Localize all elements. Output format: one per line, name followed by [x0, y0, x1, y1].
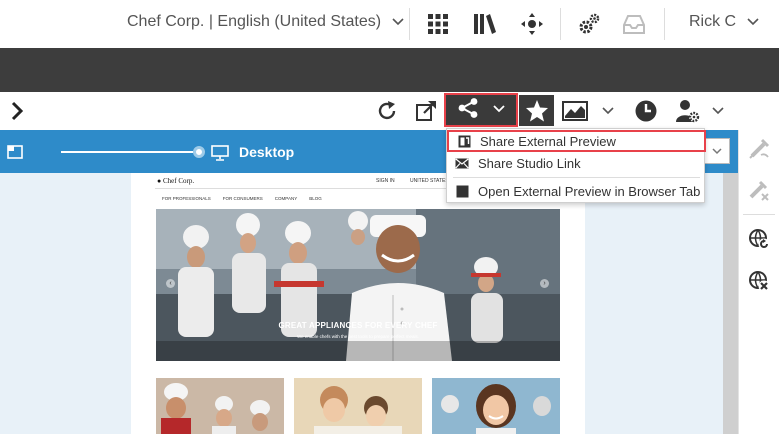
- refresh-globe-icon[interactable]: [744, 224, 774, 254]
- preview-nav-item[interactable]: FOR PROFESSIONALS: [162, 196, 211, 201]
- menu-item-label: Share Studio Link: [478, 155, 581, 171]
- hero-title: GREAT APPLIANCES FOR EVERY CHEF: [278, 321, 438, 330]
- reload-icon[interactable]: [375, 96, 399, 126]
- menu-divider: [453, 177, 700, 178]
- apps-grid-icon[interactable]: [424, 10, 452, 38]
- zoom-slider-handle[interactable]: [193, 146, 205, 158]
- favorite-star-icon[interactable]: [519, 95, 554, 126]
- clear-edit-icon[interactable]: [744, 176, 774, 206]
- share-icon: [457, 97, 479, 124]
- side-panel-divider: [743, 214, 775, 215]
- side-panel: [738, 130, 779, 434]
- header-divider: [409, 8, 410, 40]
- open-external-icon[interactable]: [413, 96, 439, 126]
- zoom-slider-track[interactable]: [61, 151, 199, 153]
- canvas-right-gutter: [585, 173, 738, 434]
- settings-gears-icon[interactable]: [575, 10, 603, 38]
- expand-chevron-icon[interactable]: [8, 96, 26, 126]
- site-selector[interactable]: Chef Corp. | English (United States): [127, 13, 405, 31]
- browser-tab-icon: [455, 184, 469, 198]
- preview-nav: FOR PROFESSIONALS FOR CONSUMERS COMPANY …: [162, 196, 322, 201]
- hero-banner[interactable]: ‹ › GREAT APPLIANCES FOR EVERY CHEF We e…: [156, 209, 560, 361]
- teaser-image: [294, 378, 422, 434]
- teaser-image: [432, 378, 560, 434]
- remove-globe-icon[interactable]: [744, 266, 774, 296]
- share-button[interactable]: [444, 93, 518, 127]
- vertical-scrollbar[interactable]: [723, 173, 738, 434]
- site-selector-label: Chef Corp. | English (United States): [127, 13, 382, 30]
- chevron-down-icon: [391, 17, 405, 27]
- context-select[interactable]: [704, 138, 730, 164]
- chevron-down-icon: [746, 17, 760, 27]
- studio-app: Chef Corp. | English (United States) Ric…: [0, 0, 779, 434]
- desktop-monitor-icon: [211, 145, 229, 166]
- teaser-card[interactable]: [294, 378, 422, 434]
- teaser-card[interactable]: [156, 378, 284, 434]
- preview-region[interactable]: UNITED STATES: [410, 178, 449, 184]
- hero-prev-arrow-icon[interactable]: ‹: [166, 279, 175, 288]
- user-name: Rick C: [689, 13, 737, 30]
- top-header: Chef Corp. | English (United States) Ric…: [0, 0, 779, 48]
- chevron-down-icon[interactable]: [600, 96, 616, 126]
- page-preview[interactable]: ● Chef Corp. SIGN IN UNITED STATES FOR P…: [131, 173, 585, 434]
- edit-icon[interactable]: [744, 134, 774, 164]
- external-preview-icon: [457, 134, 471, 148]
- hero-next-arrow-icon[interactable]: ›: [540, 279, 549, 288]
- teaser-card[interactable]: [432, 378, 560, 434]
- workspace-tab-bar: [0, 48, 779, 92]
- device-label[interactable]: Desktop: [239, 144, 294, 160]
- preview-nav-item[interactable]: BLOG: [309, 196, 322, 201]
- preview-brand-text: Chef Corp.: [162, 177, 195, 185]
- header-divider: [560, 8, 561, 40]
- move-icon[interactable]: [518, 10, 546, 38]
- share-menu: Share External Preview Share Studio Link…: [446, 128, 706, 203]
- inbox-icon[interactable]: [620, 10, 648, 38]
- teaser-image: [156, 378, 284, 434]
- time-travel-icon[interactable]: [633, 96, 659, 126]
- canvas-left-gutter: [0, 173, 131, 434]
- menu-item-label: Share External Preview: [480, 133, 616, 149]
- user-settings-icon[interactable]: [674, 96, 702, 126]
- open-external-preview-item[interactable]: Open External Preview in Browser Tab: [447, 180, 706, 202]
- envelope-icon: [455, 156, 469, 170]
- preview-brand: ● Chef Corp.: [157, 177, 194, 185]
- library-icon[interactable]: [471, 10, 499, 38]
- hero-subtitle: We enable chefs with the best tools to p…: [297, 334, 419, 339]
- chevron-down-icon: [492, 101, 506, 119]
- share-studio-link-item[interactable]: Share Studio Link: [447, 152, 706, 174]
- preview-sign-in[interactable]: SIGN IN: [376, 178, 395, 184]
- user-menu[interactable]: Rick C: [689, 13, 760, 31]
- chevron-down-icon[interactable]: [710, 96, 726, 126]
- menu-item-label: Open External Preview in Browser Tab: [478, 183, 701, 199]
- preview-nav-item[interactable]: FOR CONSUMERS: [223, 196, 263, 201]
- preview-nav-item[interactable]: COMPANY: [275, 196, 297, 201]
- analytics-icon[interactable]: [560, 96, 590, 126]
- header-divider: [664, 8, 665, 40]
- toggle-panel-icon[interactable]: [7, 145, 23, 164]
- preview-toolbar: [0, 92, 779, 130]
- share-external-preview-item[interactable]: Share External Preview: [447, 130, 706, 152]
